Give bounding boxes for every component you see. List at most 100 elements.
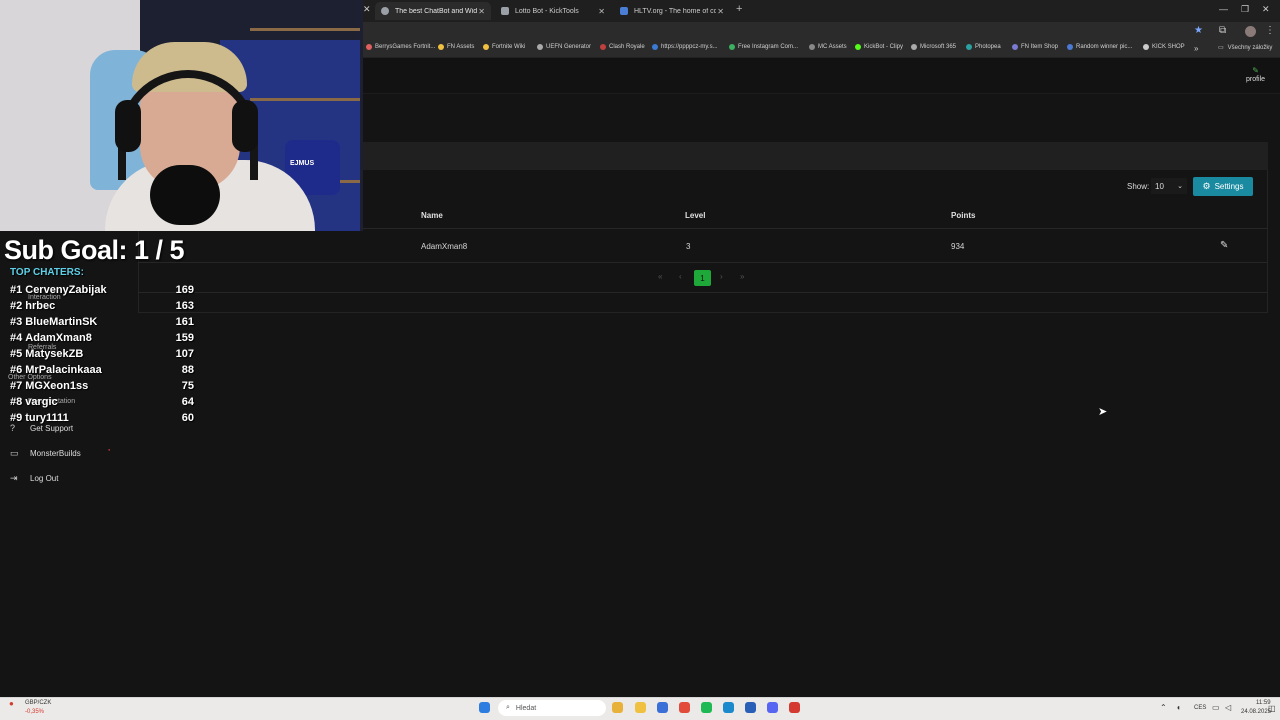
chatter-username: hrbec <box>25 300 56 312</box>
store-icon[interactable] <box>745 702 756 713</box>
microphone-tray-icon[interactable]: ◖ <box>1176 703 1181 712</box>
edge-icon[interactable] <box>723 702 734 713</box>
tab-chatbot[interactable]: The best ChatBot and Widgets ✕ <box>375 2 491 20</box>
close-icon[interactable]: ✕ <box>478 7 485 16</box>
files-icon[interactable] <box>612 702 623 713</box>
pencil-icon[interactable]: ✎ <box>1220 240 1228 251</box>
bookmark-label: https://ppppcz-my.s... <box>661 44 718 50</box>
discord-icon[interactable] <box>767 702 778 713</box>
bookmark-item[interactable]: Photopea <box>966 44 1001 50</box>
cell-name: AdamXman8 <box>421 242 468 251</box>
chatter-name: #9 tury1111 <box>10 412 69 424</box>
star-icon[interactable]: ★ <box>1194 25 1203 36</box>
sidebar-item-get-support[interactable]: ? Get Support <box>10 423 73 433</box>
help-icon: ? <box>10 423 16 433</box>
bookmark-item[interactable]: FN Item Shop <box>1012 44 1058 50</box>
tab-title: HLTV.org - The home of comp <box>634 7 716 15</box>
pager-last-button[interactable]: » <box>740 272 744 281</box>
ticker-pair[interactable]: GBP/CZK <box>25 700 51 706</box>
profile-link[interactable]: ✎ profile <box>1246 66 1265 83</box>
laptop-icon: ▭ <box>10 448 19 458</box>
chatter-username: MatysekZB <box>25 348 84 360</box>
pager-first-button[interactable]: « <box>658 272 662 281</box>
volume-icon[interactable]: ◁ <box>1225 703 1231 712</box>
restore-icon[interactable]: ❐ <box>1241 4 1249 15</box>
webcam-shelf <box>250 28 360 31</box>
sidebar-item-log-out[interactable]: ⇥ Log Out <box>10 473 58 484</box>
new-badge: ● <box>108 447 111 452</box>
windows-icon[interactable] <box>479 702 490 713</box>
menu-kebab-icon[interactable]: ⋮ <box>1265 25 1275 36</box>
bookmarks-overflow-button[interactable]: » <box>1194 44 1198 53</box>
chrome-icon[interactable] <box>679 702 690 713</box>
bookmark-item[interactable]: https://ppppcz-my.s... <box>652 44 718 50</box>
photos-icon[interactable] <box>657 702 668 713</box>
bookmark-label: Random winner pic... <box>1076 44 1133 50</box>
tab-title: Lotto Bot - KickTools <box>515 7 579 15</box>
avatar[interactable] <box>1245 26 1256 37</box>
bookmark-item[interactable]: KickBot - Clipy <box>855 44 903 50</box>
column-header-level[interactable]: Level <box>685 211 705 220</box>
column-header-name[interactable]: Name <box>421 211 443 220</box>
tab-hltv[interactable]: HLTV.org - The home of comp ✕ <box>614 2 730 20</box>
bookmark-item[interactable]: UEFN Generator <box>537 44 591 50</box>
bookmark-label: KICK SHOP <box>1152 44 1185 50</box>
sidebar-item-monsterbuilds[interactable]: ▭ MonsterBuilds <box>10 448 81 459</box>
extensions-icon[interactable]: ⧉ <box>1219 25 1226 36</box>
chatter-score: 64 <box>181 396 194 408</box>
bookmark-label: BerrysGames Fortnit... <box>375 44 436 50</box>
settings-button[interactable]: ⚙ Settings <box>1193 177 1253 196</box>
chatter-rank: #3 <box>10 316 23 328</box>
chevron-up-icon[interactable]: ⌃ <box>1160 703 1167 712</box>
close-icon[interactable]: ✕ <box>717 7 724 16</box>
chatter-rank: #8 <box>10 396 23 408</box>
chatter-name: #2 hrbec <box>10 300 55 312</box>
all-bookmarks-label: Všechny záložky <box>1227 44 1273 51</box>
network-icon[interactable]: ▭ <box>1212 703 1220 712</box>
bookmark-item[interactable]: KICK SHOP <box>1143 44 1185 50</box>
chatter-username: vargic <box>25 396 58 408</box>
language-indicator[interactable]: CES <box>1194 705 1206 711</box>
webcam-earcup <box>115 100 141 152</box>
bookmark-item[interactable]: BerrysGames Fortnit... <box>366 44 435 50</box>
chatter-username: AdamXman8 <box>25 332 92 344</box>
all-bookmarks-button[interactable]: ▭ Všechny záložky <box>1218 44 1273 52</box>
minimize-icon[interactable]: — <box>1219 4 1228 14</box>
chatter-name: #4 AdamXman8 <box>10 332 92 344</box>
recorder-icon[interactable] <box>789 702 800 713</box>
chatter-name: #3 BlueMartinSK <box>10 316 97 328</box>
clock-date: 24.08.2025 <box>1241 709 1272 715</box>
folder-icon: ▭ <box>1218 45 1224 51</box>
window-close-icon[interactable]: ✕ <box>1262 4 1270 15</box>
taskbar-search[interactable]: ⌕ Hledat <box>498 700 606 716</box>
webcam-shelf <box>250 98 360 101</box>
bookmark-item[interactable]: MC Assets <box>809 44 847 50</box>
show-label: Show: <box>1127 182 1150 191</box>
column-header-points[interactable]: Points <box>951 211 975 220</box>
cell-level: 3 <box>686 242 691 251</box>
profile-label: profile <box>1246 76 1266 83</box>
tab-lotto-bot[interactable]: Lotto Bot - KickTools ✕ <box>495 2 611 20</box>
bookmark-item[interactable]: Fortnite Wiki <box>483 44 525 50</box>
bookmark-item[interactable]: Clash Royale <box>600 44 645 50</box>
bookmark-item[interactable]: Random winner pic... <box>1067 44 1132 50</box>
pager-next-button[interactable]: › <box>720 272 723 281</box>
page-size-select[interactable]: 10 ⌄ <box>1151 178 1187 194</box>
bookmark-item[interactable]: Microsoft 365 <box>911 44 956 50</box>
chatter-name: #8 vargic <box>10 396 58 408</box>
pager-current-page[interactable]: 1 <box>694 270 711 286</box>
pager-prev-button[interactable]: ‹ <box>679 272 682 281</box>
spotify-icon[interactable] <box>701 702 712 713</box>
close-icon[interactable]: ✕ <box>363 4 371 15</box>
bookmark-item[interactable]: FN Assets <box>438 44 474 50</box>
new-tab-button[interactable]: + <box>736 3 742 15</box>
close-icon[interactable]: ✕ <box>598 7 605 16</box>
bookmark-favicon-icon <box>729 44 735 50</box>
bookmark-label: Fortnite Wiki <box>492 44 526 50</box>
bookmark-item[interactable]: Free Instagram Com... <box>729 44 798 50</box>
bookmark-label: Clash Royale <box>609 44 645 50</box>
chatter-rank: #9 <box>10 412 23 424</box>
explorer-icon[interactable] <box>635 702 646 713</box>
notification-icon[interactable]: ◫ <box>1268 704 1276 713</box>
chatter-username: BlueMartinSK <box>25 316 98 328</box>
